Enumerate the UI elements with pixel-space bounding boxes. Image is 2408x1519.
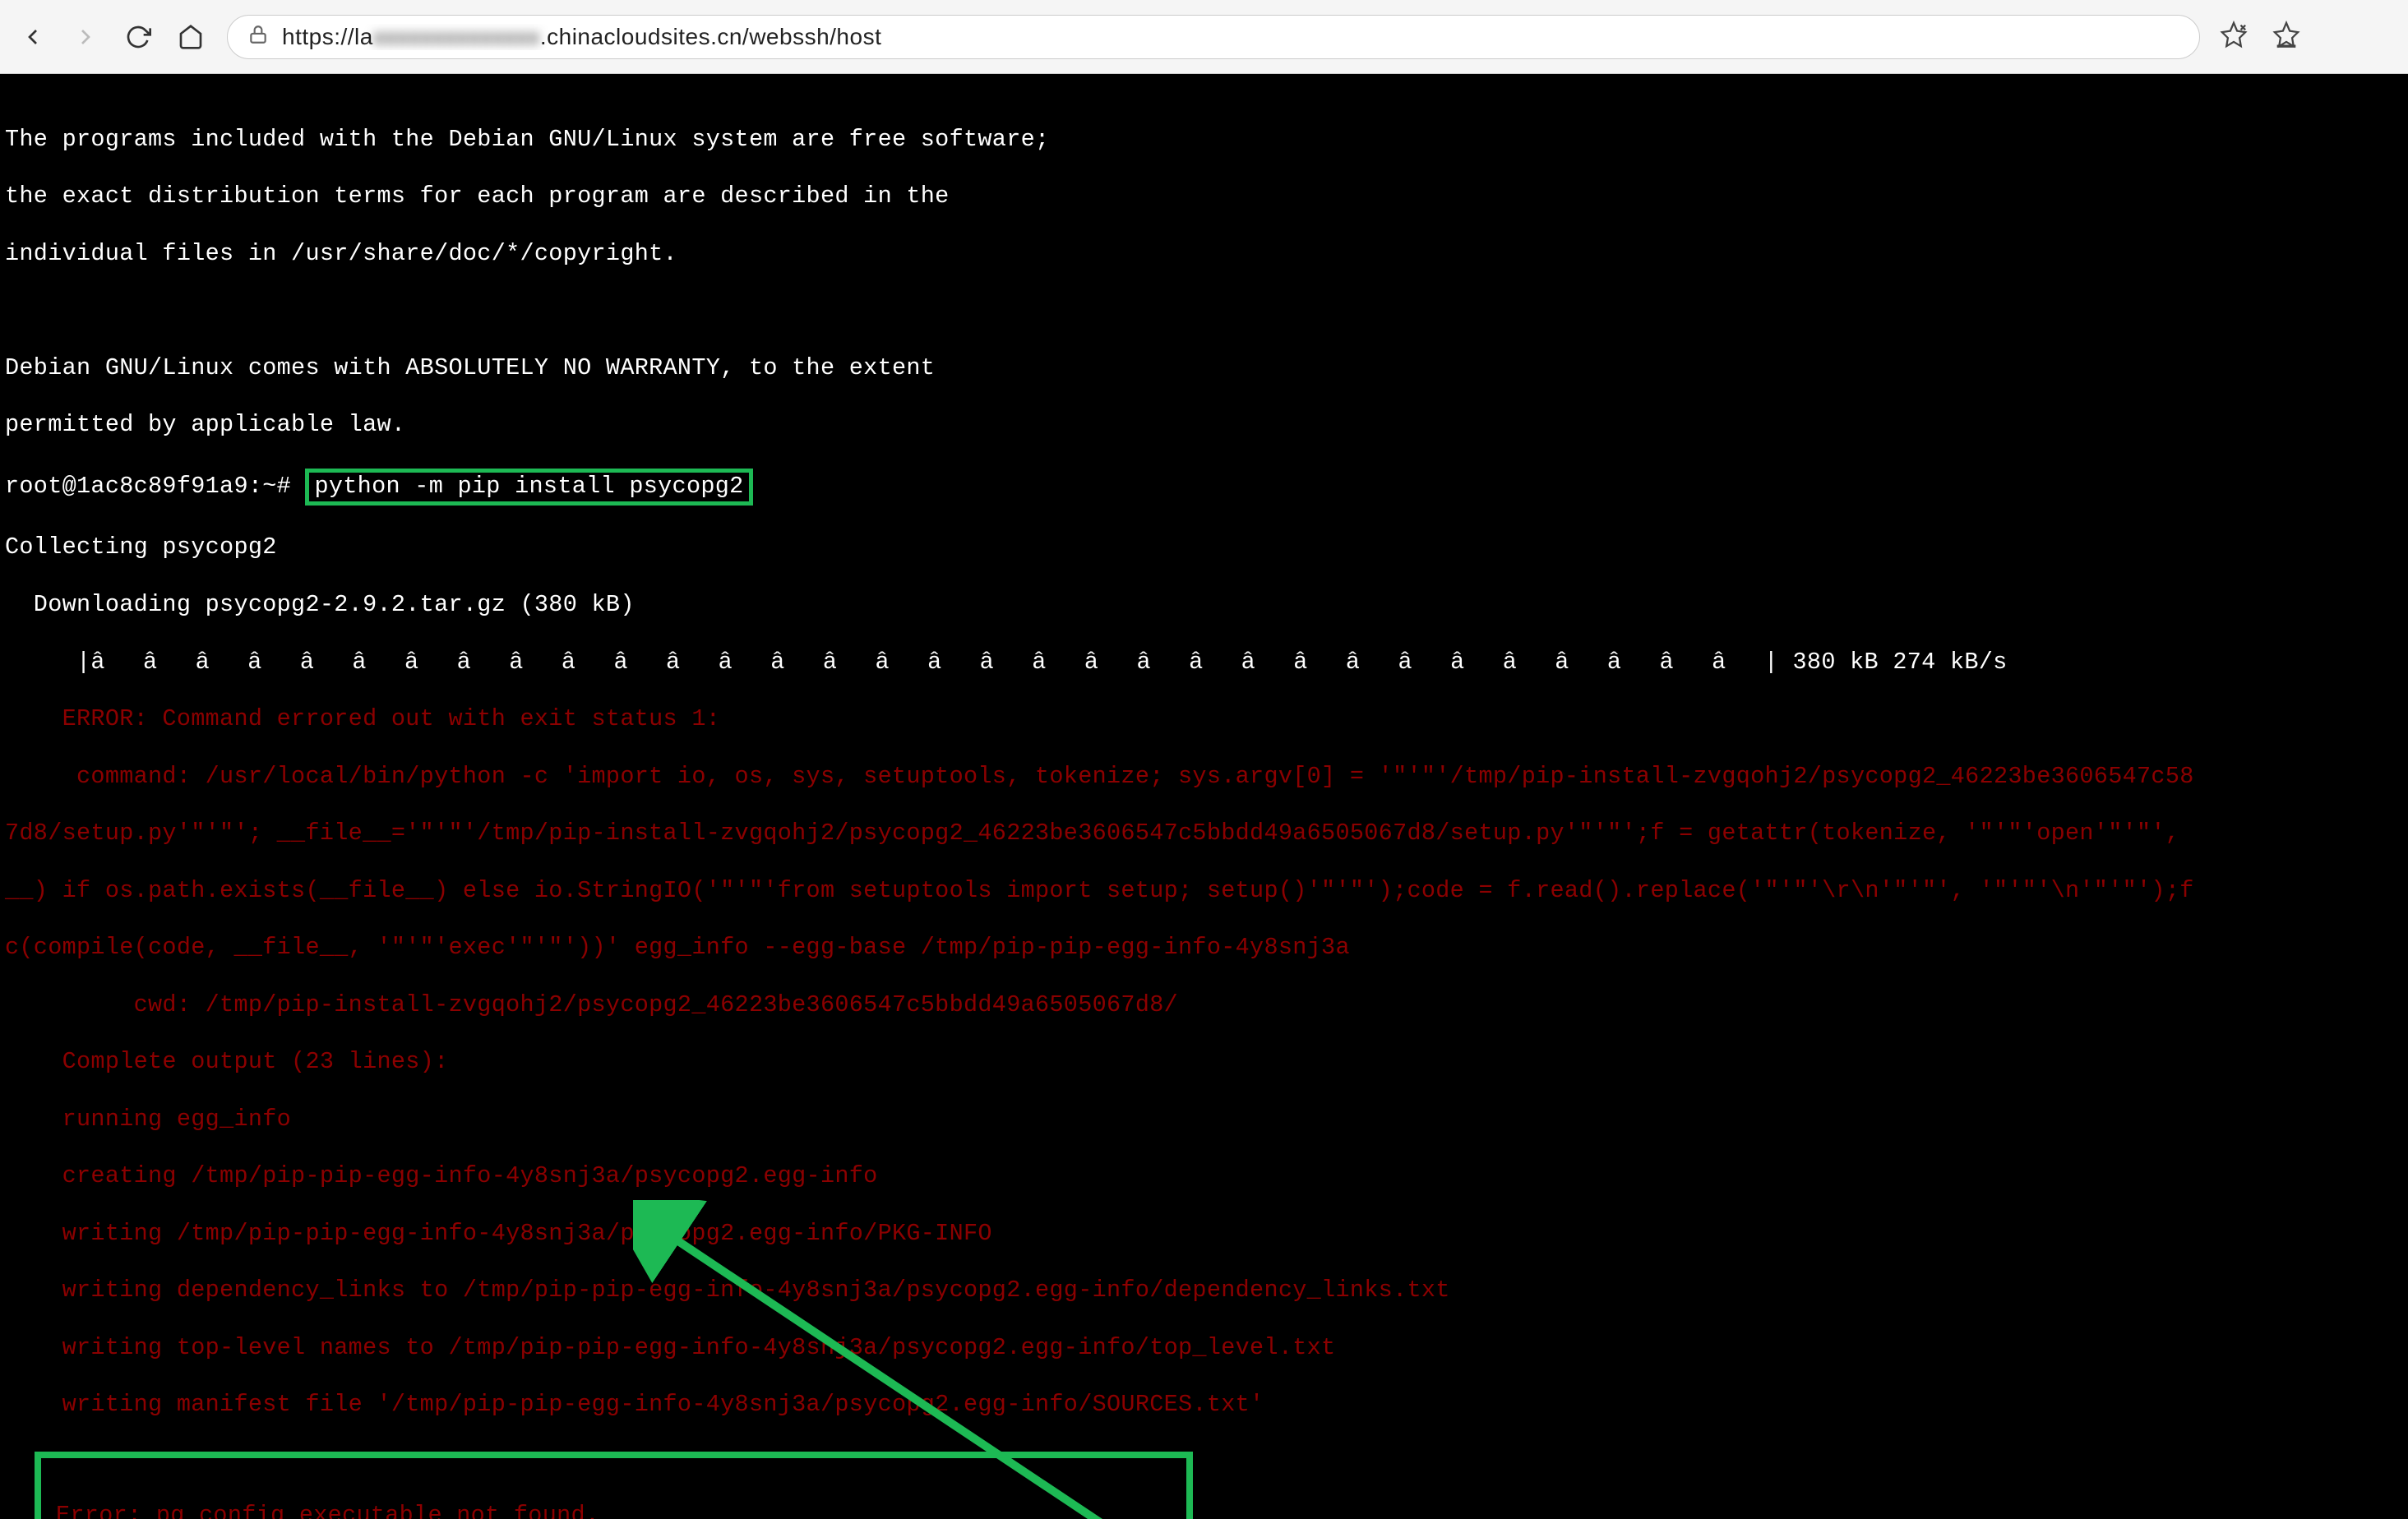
error-line: Complete output (23 lines): bbox=[5, 1048, 2403, 1077]
error-line: cwd: /tmp/pip-install-zvgqohj2/psycopg2_… bbox=[5, 991, 2403, 1020]
error-line: writing manifest file '/tmp/pip-pip-egg-… bbox=[5, 1391, 2403, 1420]
motd-line: the exact distribution terms for each pr… bbox=[5, 182, 2403, 211]
toolbar-actions bbox=[2220, 21, 2300, 53]
motd-line: The programs included with the Debian GN… bbox=[5, 126, 2403, 155]
error-line: writing /tmp/pip-pip-egg-info-4y8snj3a/p… bbox=[5, 1220, 2403, 1249]
error-line: writing top-level names to /tmp/pip-pip-… bbox=[5, 1334, 2403, 1363]
error-highlight-box: Error: pg_config executable not found. p… bbox=[35, 1452, 1193, 1519]
url-text: https://laxxxxxxxxxxxxxx.chinacloudsites… bbox=[282, 24, 881, 50]
lock-icon bbox=[247, 24, 269, 49]
error-line: creating /tmp/pip-pip-egg-info-4y8snj3a/… bbox=[5, 1162, 2403, 1191]
error-line: ERROR: Command errored out with exit sta… bbox=[5, 705, 2403, 734]
error-line: Error: pg_config executable not found. bbox=[56, 1502, 1172, 1519]
terminal[interactable]: The programs included with the Debian GN… bbox=[0, 74, 2408, 1519]
command-highlight: python -m pip install psycopg2 bbox=[305, 469, 752, 506]
prompt-line: root@1ac8c89f91a9:~# python -m pip insta… bbox=[5, 469, 2403, 506]
motd-line: individual files in /usr/share/doc/*/cop… bbox=[5, 240, 2403, 269]
browser-toolbar: https://laxxxxxxxxxxxxxx.chinacloudsites… bbox=[0, 0, 2408, 74]
blank-line bbox=[5, 297, 2403, 326]
error-line: __) if os.path.exists(__file__) else io.… bbox=[5, 877, 2403, 906]
forward-button[interactable] bbox=[69, 21, 102, 53]
error-line: c(compile(code, __file__, '"'"'exec'"'"'… bbox=[5, 934, 2403, 963]
motd-line: permitted by applicable law. bbox=[5, 411, 2403, 440]
motd-line: Debian GNU/Linux comes with ABSOLUTELY N… bbox=[5, 354, 2403, 383]
error-line: writing dependency_links to /tmp/pip-pip… bbox=[5, 1277, 2403, 1305]
output-line: Downloading psycopg2-2.9.2.tar.gz (380 k… bbox=[5, 591, 2403, 620]
address-bar[interactable]: https://laxxxxxxxxxxxxxx.chinacloudsites… bbox=[227, 15, 2200, 59]
refresh-button[interactable] bbox=[122, 21, 155, 53]
favorite-icon[interactable] bbox=[2220, 21, 2248, 53]
error-line: 7d8/setup.py'"'"'; __file__='"'"'/tmp/pi… bbox=[5, 820, 2403, 848]
error-line: command: /usr/local/bin/python -c 'impor… bbox=[5, 763, 2403, 792]
favorites-bar-icon[interactable] bbox=[2272, 21, 2300, 53]
error-line: running egg_info bbox=[5, 1106, 2403, 1134]
progress-line: |âââââââââââââ… bbox=[5, 649, 2403, 677]
home-button[interactable] bbox=[174, 21, 207, 53]
back-button[interactable] bbox=[16, 21, 49, 53]
output-line: Collecting psycopg2 bbox=[5, 533, 2403, 562]
